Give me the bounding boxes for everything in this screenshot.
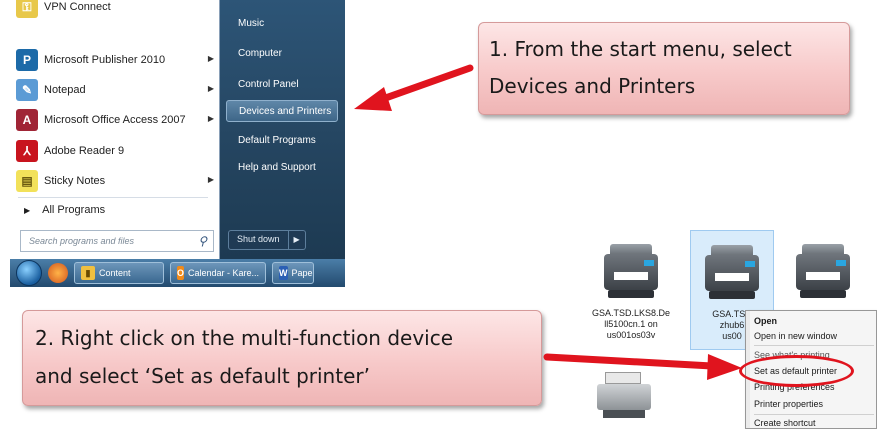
search-icon[interactable]: ⚲ — [198, 234, 207, 248]
taskbar: ▮ Content O Calendar - Kare... W Paper — [10, 259, 345, 287]
multifunction-printer-icon — [792, 242, 854, 302]
right-item-default-programs[interactable]: Default Programs — [226, 129, 338, 151]
right-item-help-and-support[interactable]: Help and Support — [226, 156, 338, 178]
menu-item-printer-properties[interactable]: Printer properties — [754, 397, 876, 411]
device-label-line3: us001os03v — [606, 330, 656, 340]
program-item-access[interactable]: A Microsoft Office Access 2007 ▶ — [16, 105, 216, 135]
shutdown-options-arrow-icon[interactable]: ▶ — [288, 230, 306, 250]
all-programs-button[interactable]: ▶ All Programs — [16, 199, 105, 221]
menu-item-create-shortcut[interactable]: Create shortcut — [754, 416, 876, 429]
start-menu-right-pane: Music Computer Control Panel Devices and… — [220, 0, 345, 259]
outlook-icon: O — [177, 266, 185, 280]
taskbar-item-paper[interactable]: W Paper — [272, 262, 314, 284]
access-icon: A — [16, 109, 38, 131]
right-item-control-panel[interactable]: Control Panel — [226, 73, 338, 95]
program-item-notepad[interactable]: ✎ Notepad ▶ — [16, 75, 216, 105]
right-item-label: Help and Support — [238, 161, 316, 173]
arrow-to-devices-and-printers — [354, 64, 474, 111]
menu-divider — [754, 345, 874, 346]
taskbar-item-label: Content — [99, 268, 131, 278]
taskbar-item-calendar[interactable]: O Calendar - Kare... — [170, 262, 266, 284]
step2-callout: 2. Right click on the multi-function dev… — [22, 310, 542, 406]
program-label: VPN Connect — [44, 1, 111, 13]
sticky-notes-icon: ▤ — [16, 170, 38, 192]
shutdown-control: Shut down ▶ — [228, 230, 306, 250]
printer-icon[interactable] — [597, 372, 655, 422]
adobe-reader-icon: ⅄ — [16, 140, 38, 162]
program-label: Adobe Reader 9 — [44, 145, 125, 157]
program-item-sticky-notes[interactable]: ▤ Sticky Notes ▶ — [16, 166, 216, 196]
notepad-icon: ✎ — [16, 79, 38, 101]
submenu-arrow-icon[interactable]: ▶ — [208, 84, 214, 93]
multifunction-printer-icon — [701, 243, 763, 303]
right-item-label: Computer — [238, 47, 282, 59]
program-label: Microsoft Office Access 2007 — [44, 114, 186, 126]
taskbar-item-label: Paper — [291, 268, 314, 278]
shutdown-button[interactable]: Shut down — [228, 230, 289, 250]
start-menu-screenshot: ⚿ VPN Connect P Microsoft Publisher 2010… — [10, 0, 345, 287]
program-label: Notepad — [44, 84, 86, 96]
menu-divider — [754, 414, 874, 415]
firefox-icon[interactable] — [48, 263, 68, 283]
right-item-label: Control Panel — [238, 78, 299, 90]
word-icon: W — [279, 266, 288, 280]
windows-start-orb-icon[interactable] — [16, 260, 42, 286]
taskbar-item-content[interactable]: ▮ Content — [74, 262, 164, 284]
right-item-label: Default Programs — [238, 134, 316, 146]
taskbar-item-label: Calendar - Kare... — [188, 268, 260, 278]
step2-line2: and select ‘Set as default printer’ — [35, 364, 370, 388]
submenu-arrow-icon[interactable]: ▶ — [208, 54, 214, 63]
menu-divider — [18, 197, 208, 198]
program-label: Microsoft Publisher 2010 — [44, 54, 166, 66]
right-item-label: Music — [238, 17, 265, 29]
all-programs-label: All Programs — [42, 204, 106, 216]
program-item-vpn-connect[interactable]: ⚿ VPN Connect — [16, 0, 216, 22]
step2-line1: 2. Right click on the multi-function dev… — [35, 326, 454, 350]
step1-line1: 1. From the start menu, select — [489, 37, 792, 61]
device-item[interactable]: GSA.TSD.LKS8.De ll5100cn.1 on us001os03v — [589, 222, 673, 352]
multifunction-printer-icon — [600, 242, 662, 302]
submenu-arrow-icon[interactable]: ▶ — [208, 175, 214, 184]
program-item-publisher[interactable]: P Microsoft Publisher 2010 ▶ — [16, 45, 216, 75]
right-item-label: Devices and Printers — [239, 105, 332, 117]
program-label: Sticky Notes — [44, 175, 106, 187]
search-input[interactable]: Search programs and files ⚲ — [20, 230, 214, 252]
search-placeholder: Search programs and files — [29, 236, 135, 246]
menu-item-open-new-window[interactable]: Open in new window — [754, 329, 876, 343]
device-label-line1: GSA.TSD.LKS8.De — [591, 308, 671, 318]
right-item-music[interactable]: Music — [226, 12, 338, 34]
step1-line2: Devices and Printers — [489, 74, 696, 98]
folder-icon: ▮ — [81, 266, 95, 280]
play-triangle-icon: ▶ — [24, 205, 31, 215]
vpn-icon: ⚿ — [16, 0, 38, 18]
program-item-adobe-reader[interactable]: ⅄ Adobe Reader 9 — [16, 136, 216, 166]
highlight-ellipse — [739, 355, 854, 387]
step1-callout: 1. From the start menu, select Devices a… — [478, 22, 850, 115]
right-item-computer[interactable]: Computer — [226, 42, 338, 64]
menu-item-open[interactable]: Open — [754, 314, 876, 328]
submenu-arrow-icon[interactable]: ▶ — [208, 114, 214, 123]
start-menu-left-pane: ⚿ VPN Connect P Microsoft Publisher 2010… — [10, 0, 220, 259]
publisher-icon: P — [16, 49, 38, 71]
device-label-line2: ll5100cn.1 on — [604, 319, 658, 329]
right-item-devices-and-printers[interactable]: Devices and Printers — [226, 100, 338, 122]
